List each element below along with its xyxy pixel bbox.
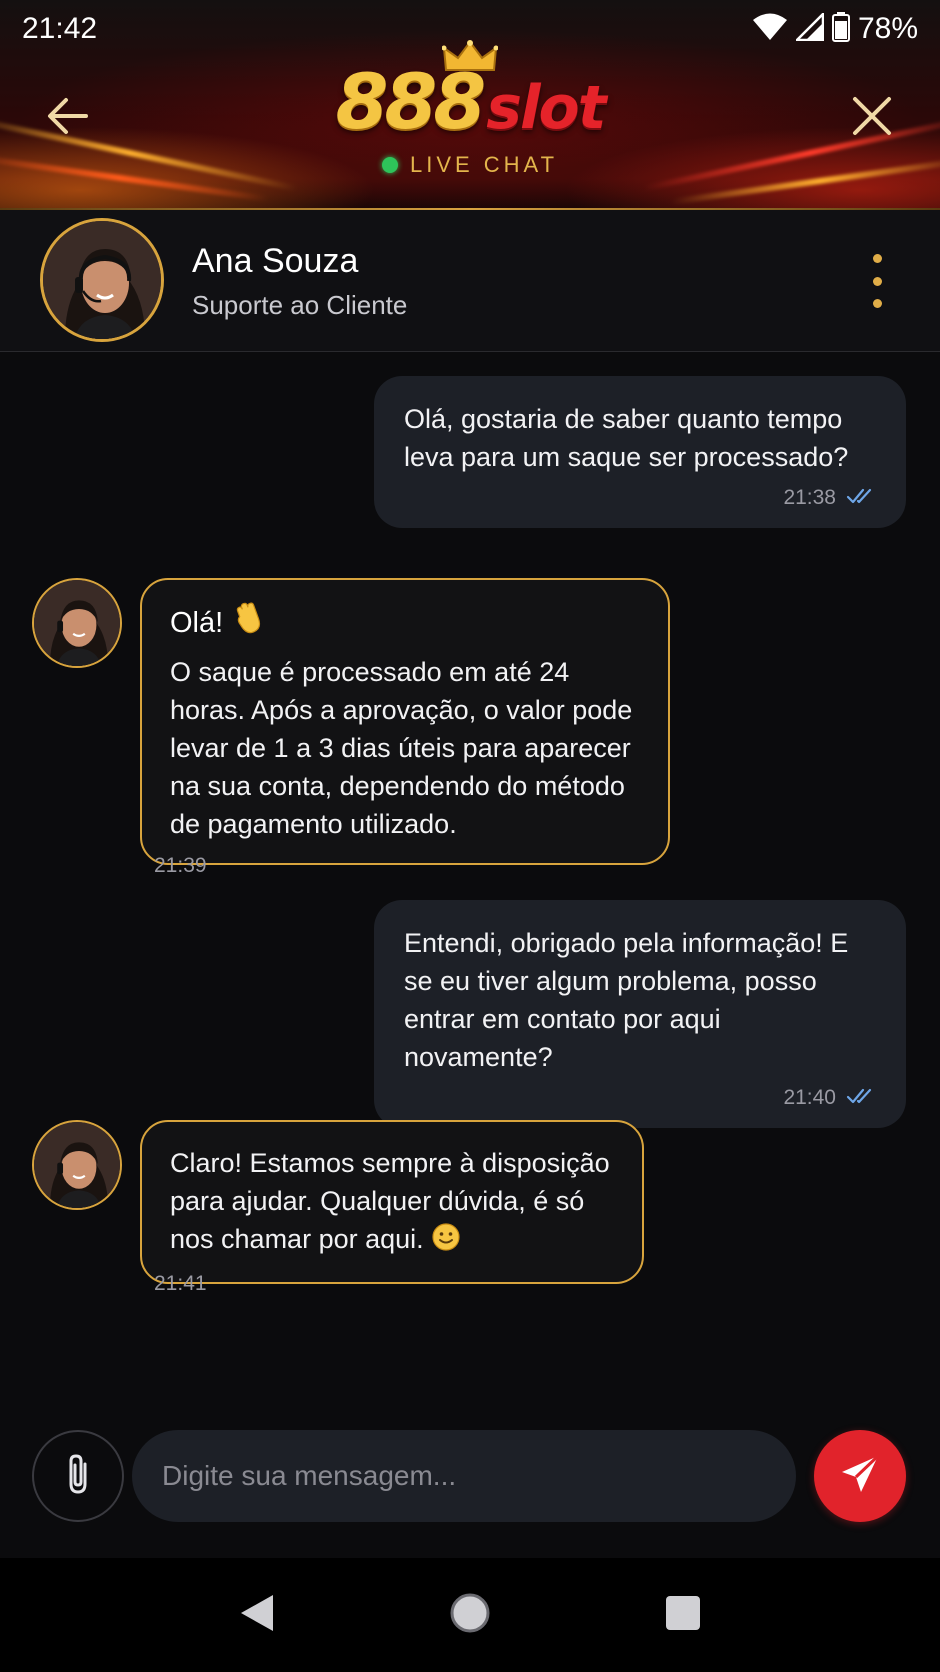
attach-button[interactable] bbox=[32, 1430, 124, 1522]
send-icon bbox=[838, 1452, 882, 1501]
nav-home-icon bbox=[449, 1592, 491, 1639]
send-button[interactable] bbox=[814, 1430, 906, 1522]
nav-recents-icon bbox=[665, 1595, 701, 1636]
message-text: O saque é processado em até 24 horas. Ap… bbox=[170, 657, 633, 839]
message-text: Claro! Estamos sempre à disposição para … bbox=[170, 1148, 610, 1254]
outgoing-message: Entendi, obrigado pela informação! E se … bbox=[374, 900, 906, 1128]
message-time: 21:41 bbox=[154, 1272, 207, 1295]
more-vertical-icon bbox=[872, 254, 882, 263]
paperclip-icon bbox=[63, 1452, 93, 1501]
agent-role: Suporte ao Cliente bbox=[192, 290, 408, 320]
smiling-face-emoji bbox=[431, 1222, 461, 1262]
chat-messages[interactable]: Olá, gostaria de saber quanto tempo leva… bbox=[0, 352, 940, 1416]
close-button[interactable] bbox=[842, 88, 902, 148]
incoming-message: Claro! Estamos sempre à disposição para … bbox=[140, 1120, 644, 1284]
message-greeting: Olá! bbox=[170, 607, 224, 639]
nav-home-button[interactable] bbox=[435, 1580, 505, 1650]
nav-recents-button[interactable] bbox=[648, 1580, 718, 1650]
logo-number: 888 bbox=[335, 57, 487, 146]
more-options-button[interactable] bbox=[862, 254, 892, 308]
agent-avatar-small bbox=[32, 1120, 122, 1210]
agent-bar: Ana Souza Suporte ao Cliente bbox=[0, 210, 940, 352]
more-vertical-icon bbox=[872, 299, 882, 308]
double-check-icon bbox=[846, 487, 876, 510]
nav-back-icon bbox=[239, 1593, 275, 1638]
app-header: 21:42 78% 888slot LIVE CHAT bbox=[0, 0, 940, 210]
message-composer bbox=[0, 1416, 940, 1558]
message-time: 21:39 bbox=[154, 854, 207, 877]
agent-avatar-small bbox=[32, 578, 122, 668]
agent-avatar bbox=[40, 218, 164, 342]
brand-logo: 888slot LIVE CHAT bbox=[0, 40, 940, 178]
double-check-icon bbox=[846, 1087, 876, 1110]
message-text: Olá, gostaria de saber quanto tempo leva… bbox=[404, 404, 849, 472]
live-indicator: LIVE CHAT bbox=[0, 152, 940, 178]
message-time: 21:40 bbox=[783, 1086, 836, 1109]
online-dot-icon bbox=[381, 157, 398, 173]
incoming-message: Olá! O saque é processado em até 24 hora… bbox=[140, 578, 670, 865]
waving-hand-emoji bbox=[231, 602, 265, 647]
agent-name: Ana Souza bbox=[192, 242, 359, 280]
close-icon bbox=[851, 95, 893, 142]
message-time: 21:38 bbox=[783, 486, 836, 509]
nav-back-button[interactable] bbox=[222, 1580, 292, 1650]
outgoing-message: Olá, gostaria de saber quanto tempo leva… bbox=[374, 376, 906, 528]
logo-word: slot bbox=[486, 73, 606, 143]
system-navigation-bar bbox=[0, 1558, 940, 1672]
more-vertical-icon bbox=[872, 276, 882, 286]
live-chat-label: LIVE CHAT bbox=[409, 152, 559, 177]
message-text: Entendi, obrigado pela informação! E se … bbox=[404, 928, 849, 1072]
message-input[interactable] bbox=[132, 1430, 796, 1522]
